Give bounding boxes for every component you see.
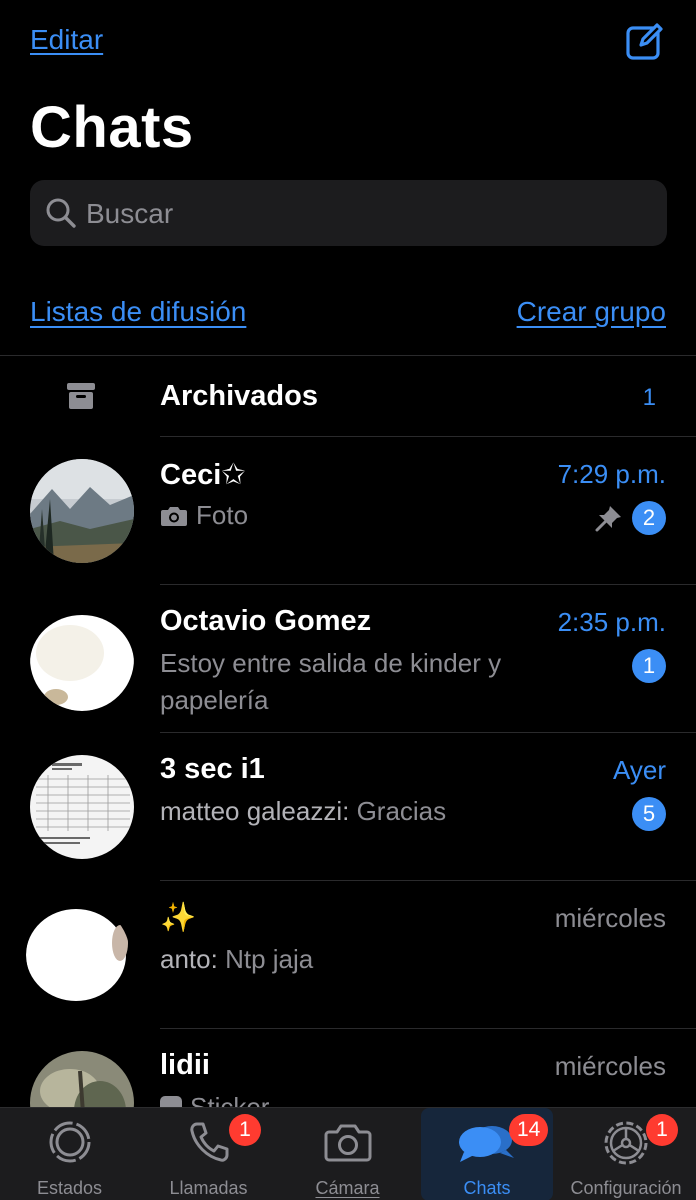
search-placeholder: Buscar xyxy=(86,198,174,229)
archive-box-icon xyxy=(66,382,96,410)
chat-preview-text: Gracias xyxy=(356,796,447,826)
settings-badge: 1 xyxy=(646,1114,678,1146)
chat-sender: matteo galeazzi: xyxy=(160,796,350,826)
camera-icon xyxy=(323,1118,373,1171)
chat-time: miércoles xyxy=(554,1051,666,1081)
chats-badge: 14 xyxy=(509,1114,549,1146)
calls-badge: 1 xyxy=(229,1114,261,1146)
tab-label: Configuración xyxy=(570,1178,682,1198)
chat-time: 2:35 p.m. xyxy=(557,607,666,637)
chat-sender: anto: xyxy=(160,944,218,974)
archived-label: Archivados xyxy=(160,380,318,412)
chat-preview: matteo galeazzi: Gracias xyxy=(160,793,540,830)
tab-chats[interactable]: 14 Chats xyxy=(421,1108,553,1200)
compose-icon[interactable] xyxy=(624,20,666,62)
tab-label: Chats xyxy=(463,1178,511,1198)
chat-row[interactable]: 3 sec i1 Ayer matteo galeazzi: Gracias 5 xyxy=(0,733,696,881)
chat-time: 7:29 p.m. xyxy=(557,459,666,489)
tab-label: Cámara xyxy=(315,1178,380,1198)
unread-badge: 2 xyxy=(632,501,666,535)
tab-settings[interactable]: 1 Configuración xyxy=(556,1108,696,1200)
tab-camera[interactable]: Cámara xyxy=(278,1108,417,1200)
camera-icon xyxy=(160,500,188,537)
chat-name: ✨ xyxy=(160,902,197,934)
gear-icon xyxy=(601,1118,651,1173)
chat-row[interactable]: Ceci✩ 7:29 p.m. Foto 2 xyxy=(0,437,696,585)
chat-name: Ceci✩ xyxy=(160,459,246,491)
list-links: Listas de difusión Crear grupo xyxy=(0,296,696,336)
chat-preview: Foto xyxy=(160,497,540,537)
avatar xyxy=(30,755,134,859)
avatar xyxy=(26,903,130,1007)
new-group-link[interactable]: Crear grupo xyxy=(517,296,666,328)
chat-name: 3 sec i1 xyxy=(160,753,265,785)
chat-preview: Estoy entre salida de kinder y papelería xyxy=(160,648,502,715)
top-bar: Editar xyxy=(0,0,696,80)
phone-icon xyxy=(185,1118,233,1171)
archived-count: 1 xyxy=(642,384,656,411)
chat-time: miércoles xyxy=(554,903,666,933)
chat-name: Octavio Gomez xyxy=(160,605,372,637)
avatar xyxy=(30,607,134,711)
tab-status[interactable]: Estados xyxy=(0,1108,139,1200)
unread-badge: 1 xyxy=(632,649,666,683)
search-input[interactable]: Buscar xyxy=(30,180,667,246)
chat-name: lidii xyxy=(160,1049,210,1081)
chat-preview-text: Foto xyxy=(196,500,249,530)
chat-preview: anto: Ntp jaja xyxy=(160,941,540,978)
page-title: Chats xyxy=(30,95,194,160)
unread-badge: 5 xyxy=(632,797,666,831)
avatar xyxy=(30,459,134,563)
edit-button[interactable]: Editar xyxy=(30,24,103,56)
archived-row[interactable]: Archivados 1 xyxy=(0,356,696,436)
search-icon xyxy=(46,198,76,228)
tab-calls[interactable]: 1 Llamadas xyxy=(139,1108,278,1200)
tab-label: Estados xyxy=(36,1178,103,1198)
pin-icon xyxy=(594,503,624,533)
status-icon xyxy=(46,1118,94,1171)
tab-label: Llamadas xyxy=(169,1178,248,1198)
chat-preview-text: Ntp jaja xyxy=(225,944,314,974)
chat-row[interactable]: Octavio Gomez 2:35 p.m. Estoy entre sali… xyxy=(0,585,696,733)
tab-bar: Estados 1 Llamadas Cámara 14 Chats 1 Con… xyxy=(0,1107,696,1200)
chat-time: Ayer xyxy=(613,755,666,785)
chat-row[interactable]: ✨ miércoles anto: Ntp jaja xyxy=(0,881,696,1029)
broadcast-lists-link[interactable]: Listas de difusión xyxy=(30,296,246,328)
